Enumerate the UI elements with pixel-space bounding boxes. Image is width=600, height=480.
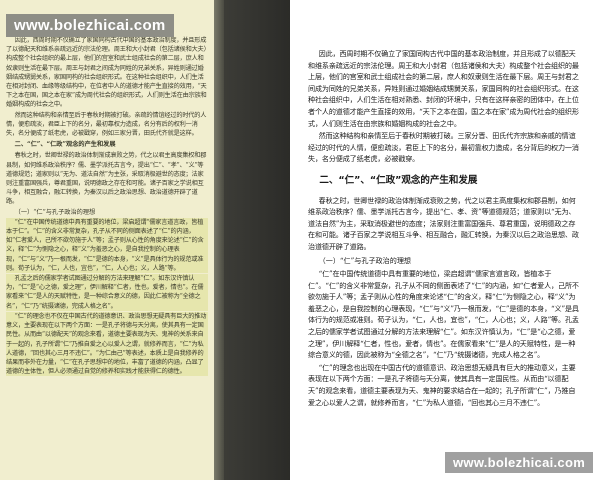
right-page: 因此，西周时期不仅确立了家国同构古代中国的基本政治制度，并且形成了以德配天和维系… bbox=[290, 0, 600, 480]
book-gutter bbox=[214, 0, 224, 480]
right-paragraph-4: “仁”在中国传统道德中具有重要的地位，梁启超谓“儒家言道言政，皆植本于仁”。“仁… bbox=[308, 269, 579, 360]
right-section-title: 二、“仁”、“仁政”观念的产生和发展 bbox=[319, 174, 478, 186]
right-paragraph-2: 然而这种结构和亲情至后于春秋时期被打破。三家分晋、田氏代齐宗族和亲戚的情谊经过的… bbox=[308, 131, 579, 164]
right-paragraph-1: 因此，西周时期不仅确立了家国同构古代中国的基本政治制度，并且形成了以德配天和维系… bbox=[308, 49, 579, 128]
left-section-title: 二、“仁”、“仁政”观念的产生和发展 bbox=[14, 141, 116, 149]
left-paragraph-1: 因此，西周时期不仅确立了家国同构古代中国的基本政治制度，并且形成了以德配天和维系… bbox=[6, 37, 207, 109]
right-subsection-title: （一）“仁”与孔子政治的理想 bbox=[318, 255, 412, 265]
right-paragraph-5: “仁”的理念也出现在中国古代的道德意识、政治思想无疑具有巨大的推动意义，主要表现… bbox=[308, 362, 576, 407]
page-shadow-strip bbox=[224, 0, 290, 480]
left-paragraph-4: “仁”在中国传统道德中具有重要的地位，梁启超谓“儒家言道言政，皆植本于仁”。“仁… bbox=[6, 217, 208, 274]
left-paragraph-2: 然而这种结构和亲情至后于春秋时期被打破。亲疏的情谊经过的时代的人情，便愈疏淡，君… bbox=[6, 111, 207, 138]
watermark-bottom: www.bolezhicai.com bbox=[445, 452, 594, 473]
left-paragraph-5: 孔孟之后的儒家学者试图通过分解的方法来理解“仁”。如东汉许慎认为，“仁”是“心之… bbox=[6, 274, 208, 311]
left-subsection-title: （一）“仁”与孔子政治的理想 bbox=[14, 208, 96, 216]
watermark-top: www.bolezhicai.com bbox=[6, 14, 174, 37]
right-paragraph-3: 春秋之时，世卿世禄的政治体制渐成衰败之势，代之以君主高度集权和郡县制，如何维系政… bbox=[308, 195, 579, 251]
left-paragraph-6: “仁”的理念也不仅在中国古代的道德意识、政治思想无疑具有巨大的推动意义，主要表现… bbox=[6, 311, 208, 377]
left-page: 因此，西周时期不仅确立了家国同构古代中国的基本政治制度，并且形成了以德配天和维系… bbox=[0, 0, 214, 480]
left-paragraph-3: 春秋之时，世卿世禄的政治体制渐成衰败之势，代之以君主高度集权和郡县制，如何维系政… bbox=[6, 152, 207, 206]
